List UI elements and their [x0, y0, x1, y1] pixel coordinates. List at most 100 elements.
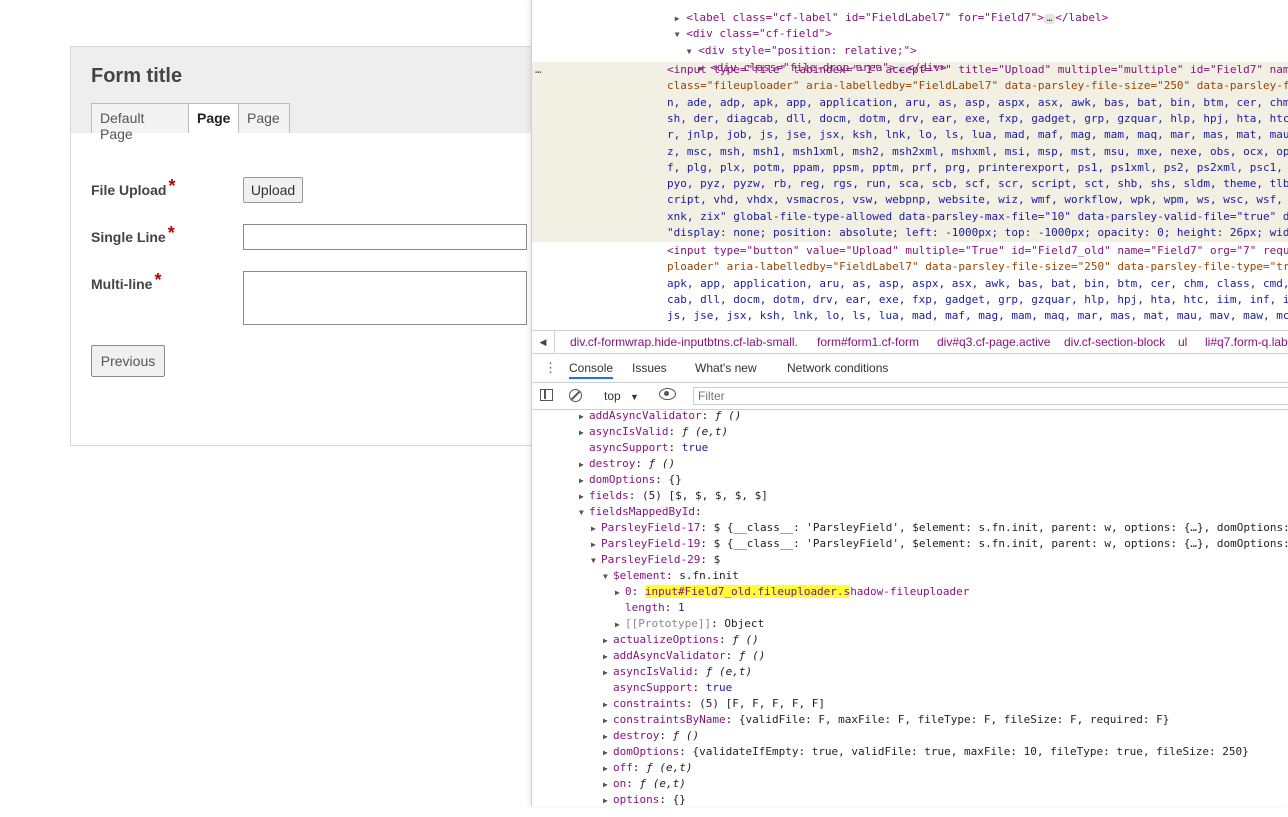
console-property-row[interactable]: ▶ ParsleyField-19: $ {__class__: 'Parsley…: [591, 536, 1288, 553]
source-line: ploader" aria-labelledby="FieldLabel7" d…: [667, 260, 1288, 274]
property-key: fields: [589, 489, 629, 502]
tab-page-active[interactable]: Page: [188, 103, 239, 133]
expand-arrow-icon[interactable]: ▶: [603, 793, 613, 806]
clear-console-icon[interactable]: [569, 389, 582, 402]
console-property-row[interactable]: ▶ on: ƒ (e,t): [603, 776, 686, 793]
console-property-row[interactable]: ▶ asyncIsValid: ƒ (e,t): [603, 664, 752, 681]
console-property-row[interactable]: ▼ ParsleyField-29: $: [591, 552, 720, 569]
upload-button[interactable]: Upload: [243, 177, 303, 203]
expand-arrow-icon[interactable]: ▶: [579, 489, 589, 505]
property-value: 1: [678, 601, 685, 614]
expand-arrow-icon[interactable]: ▶: [615, 585, 625, 601]
breadcrumb-scroll-left-icon[interactable]: ◀: [532, 331, 555, 353]
expand-arrow-icon[interactable]: ▶: [603, 649, 613, 665]
separator: :: [679, 745, 693, 758]
console-property-row[interactable]: ▶ constraints: (5) [F, F, F, F, F]: [603, 696, 825, 713]
live-expression-eye-icon[interactable]: [659, 388, 676, 400]
breadcrumb-item[interactable]: div.cf-section-block: [1064, 335, 1165, 349]
drawer-menu-icon[interactable]: ⋮: [544, 360, 557, 376]
form-panel: Form title Default Page Page Page File U…: [70, 46, 550, 446]
element-ref-rest[interactable]: hadow-fileuploader: [850, 585, 969, 598]
console-property-row[interactable]: ▶ fields: (5) [$, $, $, $, $]: [579, 488, 768, 505]
console-property-row[interactable]: ▶ destroy: ƒ (): [579, 456, 675, 473]
console-property-row[interactable]: length: 1: [615, 600, 685, 616]
expand-arrow-icon[interactable]: ▶: [603, 729, 613, 745]
tab-default-page[interactable]: Default Page: [91, 103, 189, 142]
expand-arrow-icon[interactable]: ▶: [603, 777, 613, 793]
collapse-arrow-icon[interactable]: ▼: [579, 505, 589, 521]
tab-whats-new[interactable]: What's new: [695, 361, 757, 375]
source-line: z, msc, msh, msh1, msh1xml, msh2, msh2xm…: [667, 144, 1288, 158]
expand-arrow-icon[interactable]: ▶: [615, 617, 625, 633]
property-value: ƒ (e,t): [639, 777, 686, 790]
expand-arrow-icon[interactable]: ▶: [603, 665, 613, 681]
property-value: {}: [668, 473, 682, 486]
expand-arrow-icon[interactable]: ▶: [579, 473, 589, 489]
console-property-row[interactable]: ▼ $element: s.fn.init: [603, 568, 739, 585]
node-actions-ellipsis[interactable]: …: [535, 62, 542, 78]
collapse-arrow-icon[interactable]: ▼: [591, 553, 601, 569]
property-key: domOptions: [613, 745, 680, 758]
console-property-row[interactable]: ▶ [[Prototype]]: Object: [615, 616, 764, 633]
console-property-row[interactable]: ▶ asyncIsValid: ƒ (e,t): [579, 424, 728, 441]
breadcrumb-item[interactable]: form#form1.cf-form: [817, 335, 919, 349]
tab-network-conditions[interactable]: Network conditions: [787, 361, 888, 375]
source-line: cab, dll, docm, dotm, drv, ear, exe, fxp…: [667, 292, 1288, 306]
multi-line-textarea[interactable]: [243, 271, 527, 325]
console-property-row[interactable]: ▶ off: ƒ (e,t): [603, 760, 692, 777]
console-property-row[interactable]: ▶ addAsyncValidator: ƒ (): [603, 648, 765, 665]
breadcrumb-item[interactable]: div.cf-formwrap.hide-inputbtns.cf-lab-sm…: [570, 335, 798, 349]
console-property-row[interactable]: ▶ constraintsByName: {validFile: F, maxFi…: [603, 712, 1169, 729]
context-selector[interactable]: top ▼: [604, 389, 639, 403]
console-property-row[interactable]: ▶ 0: input#Field7_old.fileuploader.shadow…: [615, 584, 969, 601]
expand-arrow-icon[interactable]: ▶: [603, 713, 613, 729]
separator: :: [664, 601, 678, 614]
expand-arrow-icon[interactable]: ▶: [579, 457, 589, 473]
expand-arrow-icon[interactable]: ▶: [591, 521, 601, 537]
console-property-row[interactable]: ▶ options: {}: [603, 792, 686, 806]
separator: :: [725, 713, 739, 726]
sidebar-toggle-icon[interactable]: [540, 389, 553, 401]
single-line-input[interactable]: [243, 224, 527, 250]
expand-arrow-icon[interactable]: ▶: [603, 633, 613, 649]
highlighted-element-ref[interactable]: input#Field7_old.fileuploader.s: [644, 585, 851, 598]
filter-input[interactable]: [693, 387, 1288, 405]
file-upload-label-text: File Upload: [91, 182, 167, 198]
property-value: (5) [$, $, $, $, $]: [642, 489, 768, 502]
console-property-row[interactable]: ▶ domOptions: {}: [579, 472, 682, 489]
property-key: options: [613, 793, 660, 806]
expand-arrow-icon[interactable]: ▶: [579, 425, 589, 441]
console-property-row[interactable]: ▶ domOptions: {validateIfEmpty: true, val…: [603, 744, 1249, 761]
expand-arrow-icon[interactable]: ▶: [579, 410, 589, 425]
elements-tree[interactable]: … ▶ <label class="cf-label" id="FieldLab…: [532, 0, 1288, 330]
expand-arrow-icon[interactable]: ▶: [603, 745, 613, 761]
source-line: <input type="file" tabindex="-1" accept=…: [667, 63, 1288, 76]
console-property-row[interactable]: asyncSupport: true: [603, 680, 732, 696]
console-property-row[interactable]: ▶ addAsyncValidator: ƒ (): [579, 410, 741, 425]
breadcrumb-item[interactable]: ul: [1178, 335, 1187, 349]
console-property-row[interactable]: asyncSupport: true: [579, 440, 708, 456]
context-selector-value: top: [604, 389, 621, 403]
separator: :: [632, 761, 647, 774]
tab-console[interactable]: Console: [569, 361, 614, 379]
console-property-row[interactable]: ▶ actualizeOptions: ƒ (): [603, 632, 759, 649]
separator: :: [628, 489, 642, 502]
console-property-row[interactable]: ▶ ParsleyField-17: $ {__class__: 'Parsley…: [591, 520, 1288, 537]
property-key: asyncSupport: [589, 441, 669, 454]
property-key: constraintsByName: [613, 713, 726, 726]
required-marker: *: [167, 223, 175, 243]
breadcrumb-item[interactable]: div#q3.cf-page.active: [937, 335, 1050, 349]
expand-arrow-icon[interactable]: ▶: [603, 697, 613, 713]
separator: :: [711, 617, 725, 630]
previous-button[interactable]: Previous: [91, 345, 165, 377]
console-property-row[interactable]: ▼ fieldsMappedById:: [579, 504, 708, 521]
collapsed-content-pill[interactable]: …: [1043, 14, 1056, 24]
tab-issues[interactable]: Issues: [632, 361, 667, 375]
breadcrumb-item[interactable]: li#q7.form-q.lab: [1205, 335, 1288, 349]
tab-page[interactable]: Page: [238, 103, 290, 133]
expand-arrow-icon[interactable]: ▶: [603, 761, 613, 777]
property-value: $ {__class__: 'ParsleyField', $element: …: [713, 537, 1288, 550]
console-property-row[interactable]: ▶ destroy: ƒ (): [603, 728, 699, 745]
collapse-arrow-icon[interactable]: ▼: [603, 569, 613, 585]
expand-arrow-icon[interactable]: ▶: [591, 537, 601, 553]
